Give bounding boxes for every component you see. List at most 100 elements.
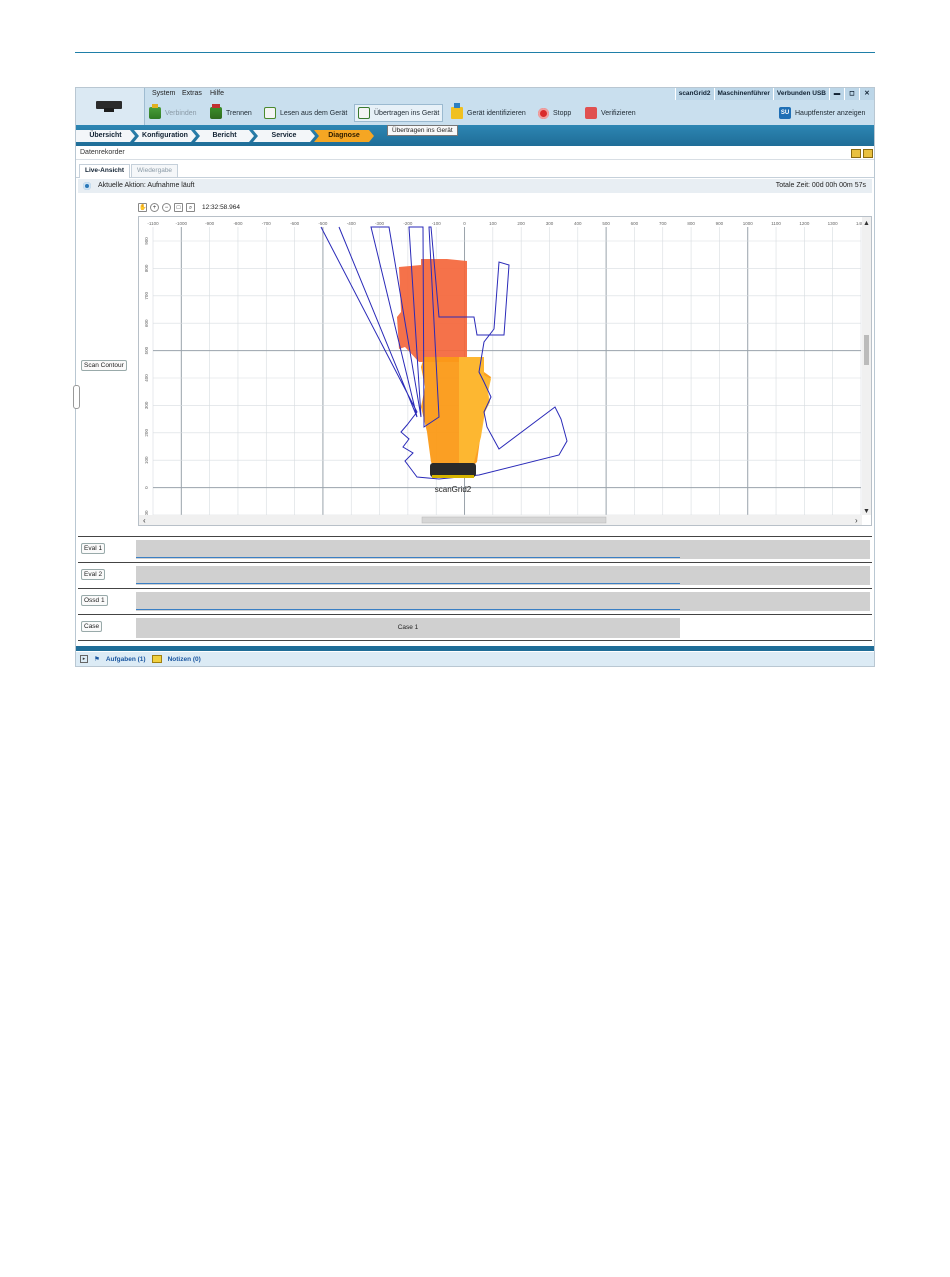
x-tick-label: -1100	[147, 221, 159, 226]
y-tick-label: 200	[144, 429, 149, 437]
tasks-link[interactable]: Aufgaben (1)	[106, 656, 146, 663]
ossd-1-button[interactable]: Ossd 1	[81, 595, 108, 606]
menu-system[interactable]: System	[152, 90, 175, 97]
x-tick-label: -200	[403, 221, 413, 226]
close-button[interactable]: ✕	[859, 88, 874, 100]
network-disconnect-icon	[210, 104, 222, 119]
plot-toolbar: ✋ + − □ ⌕ 12:32:58.964	[138, 201, 240, 213]
identify-device-button[interactable]: Gerät identifizieren	[451, 103, 526, 121]
section-title: Datenrekorder	[80, 149, 125, 156]
far-field-polygon	[397, 259, 467, 362]
notes-icon	[151, 655, 162, 663]
transfer-to-device-button[interactable]: Übertragen ins Gerät	[354, 104, 444, 122]
crumb-diagnose[interactable]: Diagnose	[314, 130, 374, 142]
x-tick-label: 900	[716, 221, 724, 226]
notes-link[interactable]: Notizen (0)	[168, 656, 201, 663]
x-tick-label: 1300	[828, 221, 839, 226]
disconnect-button[interactable]: Trennen	[210, 104, 252, 121]
tab-playback[interactable]: Wiedergabe	[131, 164, 179, 177]
crumb-overview[interactable]: Übersicht	[76, 130, 135, 142]
application-window: System Extras Hilfe scanGrid2 Maschinenf…	[73, 87, 875, 667]
identify-label: Gerät identifizieren	[467, 109, 526, 117]
crumb-service[interactable]: Service	[253, 130, 315, 142]
menu-bar: System Extras Hilfe scanGrid2 Maschinenf…	[145, 88, 874, 100]
y-tick-label: 700	[144, 292, 149, 300]
side-panel-handle[interactable]	[73, 385, 80, 409]
export-icon[interactable]	[851, 149, 861, 158]
read-from-device-button[interactable]: Lesen aus dem Gerät	[264, 105, 347, 121]
import-icon[interactable]	[863, 149, 873, 158]
footer: ▸ ⚑ Aufgaben (1) Notizen (0)	[76, 652, 874, 666]
device-label: scanGrid2	[435, 485, 472, 494]
transfer-device-icon	[358, 107, 370, 119]
main-window-button[interactable]: SU Hauptfenster anzeigen	[779, 105, 865, 121]
x-tick-label: 300	[546, 221, 554, 226]
connect-button[interactable]: Verbinden	[149, 104, 197, 121]
y-tick-label: 0	[144, 486, 149, 489]
expand-icon[interactable]: ▸	[80, 655, 88, 663]
ossd-1-line	[136, 609, 680, 610]
verify-button[interactable]: Verifizieren	[585, 105, 636, 121]
scroll-left-arrow: ‹	[143, 516, 146, 525]
lane-eval-1: Eval 1	[78, 536, 872, 561]
separator	[76, 159, 874, 160]
x-tick-label: -300	[375, 221, 385, 226]
main-window-label: Hauptfenster anzeigen	[795, 109, 866, 117]
lanes-bottom-border	[78, 640, 872, 641]
device-status: scanGrid2	[674, 88, 714, 100]
device-base	[432, 475, 474, 478]
read-device-icon	[264, 107, 276, 119]
x-tick-label: 800	[687, 221, 695, 226]
action-bar: Aktuelle Aktion: Aufnahme läuft Totale Z…	[78, 179, 872, 193]
navigation-bar: Übersicht Konfiguration Bericht Service …	[76, 125, 874, 146]
su-icon: SU	[779, 107, 791, 119]
menu-help[interactable]: Hilfe	[210, 90, 224, 97]
zoom-in-icon[interactable]: +	[150, 202, 159, 212]
eval-2-button[interactable]: Eval 2	[81, 569, 106, 580]
vertical-scrollbar	[862, 217, 871, 515]
scan-plot-canvas: -1100 -1000 -900 -800 -700 -600 -500 -400 -300 -2…	[139, 217, 871, 525]
x-tick-label: 100	[489, 221, 497, 226]
maximize-button[interactable]: ◻	[844, 88, 859, 100]
y-tick-label: 800	[144, 264, 149, 272]
lane-eval-2: Eval 2	[78, 562, 872, 587]
y-tick-label: 600	[144, 319, 149, 327]
plot-grid	[152, 227, 862, 516]
connection-status: Verbunden USB	[772, 88, 829, 100]
zoom-out-icon[interactable]: −	[162, 202, 171, 212]
title-toolbar-area: System Extras Hilfe scanGrid2 Maschinenf…	[76, 88, 874, 125]
case-button[interactable]: Case	[81, 621, 103, 632]
stop-button[interactable]: Stopp	[538, 105, 571, 121]
current-action: Aktuelle Aktion: Aufnahme läuft	[98, 182, 195, 189]
minimize-button[interactable]: ▬	[829, 88, 844, 100]
y-tick-label: 100	[144, 456, 149, 464]
device-body	[430, 463, 476, 477]
pan-icon[interactable]: ✋	[138, 202, 147, 212]
horizontal-scroll-thumb	[421, 516, 607, 524]
eval-1-button[interactable]: Eval 1	[81, 543, 106, 554]
stop-icon	[538, 107, 549, 119]
y-tick-label: 300	[144, 401, 149, 409]
zoom-area-icon[interactable]: ⌕	[186, 202, 195, 212]
zoom-fit-icon[interactable]: □	[174, 202, 183, 212]
x-tick-label: -400	[347, 221, 357, 226]
stop-label: Stopp	[553, 109, 572, 117]
x-tick-label: 1000	[743, 221, 754, 226]
y-axis-ticks: 9008007006005004003002001000-100	[144, 237, 149, 520]
status-area: scanGrid2 Maschinenführer Verbunden USB …	[674, 88, 874, 100]
tab-live-view[interactable]: Live-Ansicht	[79, 164, 131, 178]
verify-label: Verifizieren	[601, 109, 636, 117]
crumb-configuration[interactable]: Konfiguration	[134, 130, 196, 142]
scan-contour-button[interactable]: Scan Contour	[81, 360, 127, 371]
eval-2-line	[136, 583, 680, 584]
menu-extras[interactable]: Extras	[182, 90, 202, 97]
lane-ossd-1: Ossd 1	[78, 588, 872, 613]
tab-bar: Live-Ansicht Wiedergabe	[76, 163, 874, 178]
x-tick-label: -100	[432, 221, 442, 226]
x-tick-label: 1100	[771, 221, 781, 226]
scan-plot[interactable]: -1100 -1000 -900 -800 -700 -600 -500 -400 -300 -2…	[138, 216, 872, 526]
crumb-report[interactable]: Bericht	[195, 130, 254, 142]
case-value: Case 1	[136, 618, 680, 638]
x-tick-label: -600	[290, 221, 300, 226]
scroll-down-arrow: ▼	[863, 508, 870, 515]
